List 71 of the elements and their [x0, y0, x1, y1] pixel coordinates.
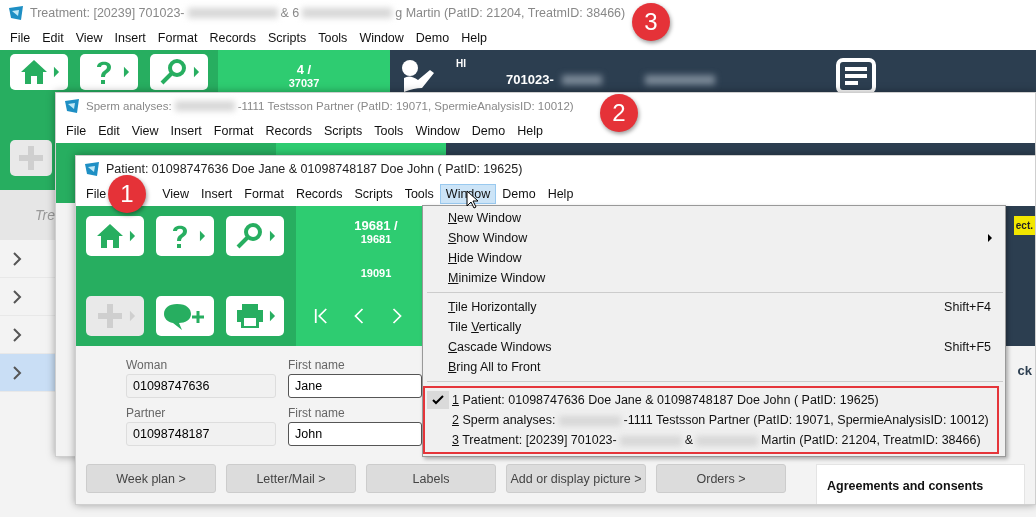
menu-entry[interactable]: Show Window — [423, 228, 1005, 248]
menu-item[interactable]: Format — [238, 184, 290, 204]
input-field[interactable]: 01098748187 — [126, 422, 276, 446]
record-counter: 19681 / — [354, 218, 398, 233]
menu-item[interactable]: Edit — [36, 28, 70, 48]
menu-item[interactable]: Tools — [312, 28, 354, 48]
menu-item[interactable]: Insert — [195, 184, 239, 204]
menu-item[interactable]: Edit — [92, 121, 126, 141]
menu-item[interactable]: Window — [409, 121, 466, 141]
action-button[interactable]: Orders > — [656, 464, 786, 493]
menu-item[interactable]: Insert — [108, 28, 152, 48]
window-title: Sperm analyses: — [86, 100, 172, 112]
panel-title: Agreements and consents — [827, 479, 984, 493]
record-counter: 4 / — [296, 62, 312, 77]
menu-item[interactable]: View — [156, 184, 196, 204]
menu-entry[interactable]: 2 Sperm analyses: -1111 Testsson Partner (PatID: 19071, SpermieAnalysisID: 10012) — [425, 410, 997, 430]
record-counter: 37037 — [288, 77, 320, 89]
greeting-text: HI — [456, 58, 466, 69]
menu-item[interactable]: Tools — [398, 184, 440, 204]
menu-item[interactable]: View — [69, 28, 109, 48]
window-title: & 6 — [280, 6, 300, 20]
action-button[interactable]: Add or display picture > — [506, 464, 646, 493]
menu-entry[interactable]: Hide Window — [423, 248, 1005, 268]
menu-item[interactable]: Insert — [164, 121, 208, 141]
field-label: First name — [288, 406, 345, 420]
field-label: Woman — [126, 358, 168, 372]
notice-badge: ect. — [1013, 216, 1035, 235]
field-label: Partner — [126, 406, 166, 420]
menu-entry[interactable]: Bring All to Front — [423, 357, 1005, 377]
input-field[interactable]: John — [288, 422, 422, 446]
menu-item[interactable]: Demo — [465, 121, 512, 141]
menu-entry[interactable]: 3 Treatment: [20239] 701023- & Martin (PatID: 21204, TreatmID: 38466) — [425, 430, 997, 450]
menu-item[interactable]: View — [125, 121, 165, 141]
menu-entry[interactable]: Tile Horizontally Shift+F4 — [423, 297, 1005, 317]
field-label: First name — [288, 358, 345, 372]
window-title: Patient: 01098747636 Doe Jane & 01098748187 Doe John ( PatID: 19625) — [106, 162, 523, 176]
menu-entry[interactable]: Minimize Window — [423, 268, 1005, 288]
window-title: Treatment: [20239] 701023- — [30, 6, 185, 20]
menu-item[interactable]: Scripts — [318, 121, 369, 141]
menu-item[interactable]: File — [4, 28, 37, 48]
menu-item[interactable]: Format — [151, 28, 204, 48]
input-field[interactable]: 01098747636 — [126, 374, 276, 398]
menu-entry[interactable]: 1 Patient: 01098747636 Doe Jane & 01098748187 Doe John ( PatID: 19625) — [425, 390, 997, 410]
menu-item[interactable]: Scripts — [348, 184, 399, 204]
menu-item[interactable]: Demo — [496, 184, 542, 204]
action-button[interactable]: Week plan > — [86, 464, 216, 493]
menu-item[interactable]: Format — [207, 121, 260, 141]
menu-entry[interactable]: New Window — [423, 208, 1005, 228]
menu-item[interactable]: Help — [511, 121, 549, 141]
menu-item[interactable]: Records — [289, 184, 349, 204]
action-button[interactable]: Labels — [366, 464, 496, 493]
window-title: -1111 Testsson Partner (PatID: 19071, SpermieAnalysisID: 10012) — [237, 100, 574, 112]
record-counter: 19091 — [360, 267, 392, 279]
menu-item[interactable]: Records — [203, 28, 262, 48]
menu-entry[interactable]: Tile Vertically — [423, 317, 1005, 337]
menu-entry[interactable]: Cascade Windows Shift+F5 — [423, 337, 1005, 357]
input-field[interactable]: Jane — [288, 374, 422, 398]
menu-item[interactable]: Scripts — [262, 28, 313, 48]
menu-item[interactable]: Window — [353, 28, 410, 48]
record-counter: 19681 — [360, 233, 392, 245]
menu-item[interactable]: Help — [541, 184, 580, 204]
action-button[interactable]: Letter/Mail > — [226, 464, 356, 493]
menu-item[interactable]: Demo — [409, 28, 456, 48]
menu-item[interactable]: Records — [259, 121, 318, 141]
menu-item[interactable]: Help — [455, 28, 493, 48]
window-title: g Martin (PatID: 21204, TreatmID: 38466) — [395, 6, 626, 20]
menu-item[interactable]: Tools — [368, 121, 410, 141]
section-text: ck — [1017, 363, 1032, 378]
patient-id: 701023- — [506, 72, 554, 87]
column-header: Tre — [35, 207, 55, 223]
menu-item[interactable]: File — [60, 121, 93, 141]
